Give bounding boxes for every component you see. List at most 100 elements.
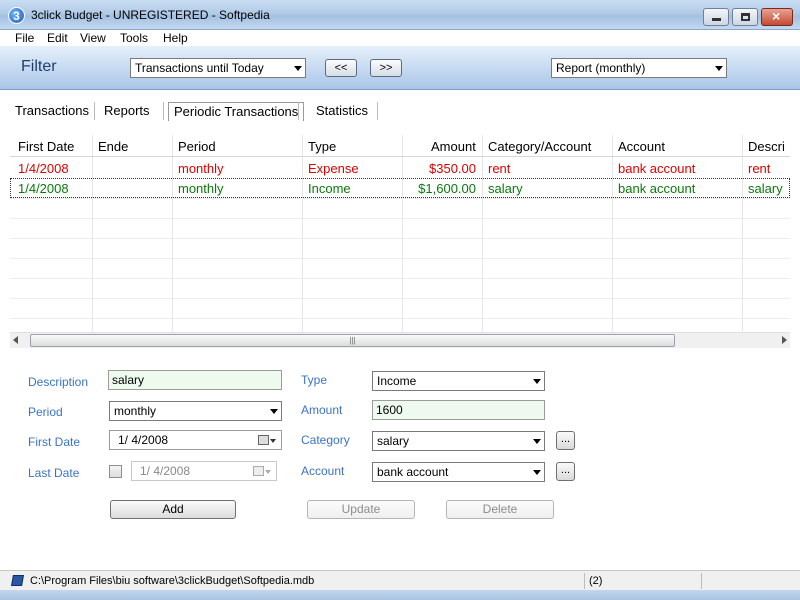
database-path: C:\Program Files\biu software\3clickBudg… [30,575,315,587]
chevron-down-icon [270,439,276,443]
window-border [0,590,800,600]
app-icon: 3 [8,7,25,24]
cell-account: bank account [618,181,696,196]
cell-period: monthly [178,161,224,176]
tab-transactions[interactable]: Transactions [10,102,94,121]
column-header-category[interactable]: Category/Account [488,139,591,154]
status-separator [584,573,585,589]
amount-label: Amount [301,403,343,417]
horizontal-scrollbar[interactable]: ||| [10,332,790,348]
tab-separator [377,102,378,120]
row-divider [10,278,790,279]
account-select-value: bank account [377,465,449,479]
maximize-button[interactable] [732,8,758,26]
cell-type: Income [308,181,351,196]
column-header-type[interactable]: Type [308,139,336,154]
menu-edit[interactable]: Edit [47,31,68,45]
close-button[interactable]: × [761,8,793,26]
status-separator [701,573,702,589]
database-icon [11,575,24,586]
menu-tools[interactable]: Tools [120,31,148,45]
tab-statistics[interactable]: Statistics [311,102,373,121]
tab-separator [298,102,299,120]
scroll-right-icon[interactable] [782,336,787,344]
chevron-down-icon [533,379,541,384]
range-select-value: Transactions until Today [135,61,264,75]
close-icon: × [772,8,781,24]
category-select-value: salary [377,434,410,448]
row-divider [10,318,790,319]
menu-file[interactable]: File [15,31,34,45]
maximize-icon [741,13,750,21]
last-date-value: 1/ 4/2008 [140,464,191,478]
menu-help[interactable]: Help [163,31,188,45]
tab-reports[interactable]: Reports [99,102,155,121]
chevron-down-icon [294,66,302,71]
description-field[interactable]: salary [108,370,282,390]
scroll-left-icon[interactable] [13,336,18,344]
previous-period-button[interactable]: << [325,59,357,77]
last-date-label: Last Date [28,466,80,480]
cell-amount: $350.00 [429,161,476,176]
amount-field[interactable]: 1600 [372,400,545,420]
cell-first-date: 1/4/2008 [18,181,69,196]
account-label: Account [301,464,345,478]
row-divider [10,258,790,259]
tab-separator [94,102,95,120]
grid-header: First Date Ende Period Type Amount Categ… [10,135,790,157]
category-label: Category [301,433,350,447]
range-select[interactable]: Transactions until Today [130,58,306,78]
first-date-picker[interactable]: 1/ 4/2008 [109,430,282,450]
next-period-button[interactable]: >> [370,59,402,77]
cell-first-date: 1/4/2008 [18,161,69,176]
scrollbar-thumb[interactable]: ||| [30,334,675,347]
column-header-description[interactable]: Descri [748,139,785,154]
column-header-account[interactable]: Account [618,139,665,154]
last-date-picker[interactable]: 1/ 4/2008 [131,461,277,481]
period-select-value: monthly [114,404,157,418]
chevron-down-icon [533,470,541,475]
minimize-icon [712,18,721,21]
first-date-label: First Date [28,435,81,449]
add-button[interactable]: Add [110,500,236,519]
update-button[interactable]: Update [307,500,415,519]
cell-category: salary [488,181,523,196]
column-header-ende[interactable]: Ende [98,139,128,154]
column-header-amount[interactable]: Amount [431,139,476,154]
chevron-down-icon [265,470,271,474]
column-header-first-date[interactable]: First Date [18,139,74,154]
account-select[interactable]: bank account [372,462,545,482]
edit-categories-button[interactable]: ... [556,431,575,450]
calendar-icon[interactable] [258,435,276,445]
column-header-period[interactable]: Period [178,139,216,154]
transaction-form: Description salary Period monthly First … [0,350,800,570]
status-bar: C:\Program Files\biu software\3clickBudg… [0,570,800,590]
table-row[interactable]: 1/4/2008 monthly Income $1,600.00 salary… [10,178,790,198]
cell-type: Expense [308,161,359,176]
periodic-transactions-grid[interactable]: First Date Ende Period Type Amount Categ… [10,135,790,332]
chevron-down-icon [270,409,278,414]
type-select-value: Income [377,374,417,388]
tab-periodic-transactions[interactable]: Periodic Transactions [168,102,305,121]
period-select[interactable]: monthly [109,401,282,421]
edit-accounts-button[interactable]: ... [556,462,575,481]
row-divider [10,198,790,199]
menu-view[interactable]: View [80,31,106,45]
delete-button[interactable]: Delete [446,500,554,519]
calendar-icon[interactable] [253,466,271,476]
row-divider [10,238,790,239]
description-label: Description [28,375,89,389]
category-select[interactable]: salary [372,431,545,451]
report-select[interactable]: Report (monthly) [551,58,727,78]
table-row[interactable]: 1/4/2008 monthly Expense $350.00 rent ba… [10,158,790,178]
type-select[interactable]: Income [372,371,545,391]
row-divider [10,298,790,299]
tab-separator [163,102,164,120]
cell-description: salary [748,181,783,196]
record-count: (2) [589,575,603,587]
last-date-checkbox[interactable] [109,465,122,478]
title-bar: 3 3click Budget - UNREGISTERED - Softped… [0,0,800,30]
window-title: 3click Budget - UNREGISTERED - Softpedia [31,8,270,22]
period-label: Period [28,405,63,419]
minimize-button[interactable] [703,8,729,26]
